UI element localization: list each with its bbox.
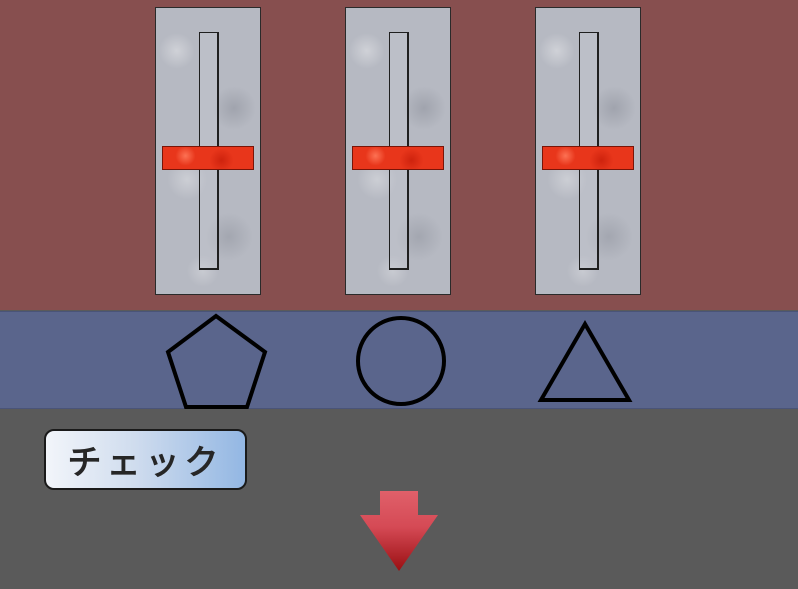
shape-panel: [0, 311, 798, 409]
slider-1[interactable]: [155, 7, 261, 295]
circle-icon: [356, 316, 446, 406]
check-button-label: チェック: [67, 443, 224, 483]
down-arrow-icon[interactable]: [358, 491, 440, 573]
slider-thumb[interactable]: [352, 146, 444, 170]
slider-panel: [0, 0, 798, 310]
triangle-icon: [537, 320, 633, 402]
slider-thumb[interactable]: [162, 146, 254, 170]
pentagon-icon: [165, 313, 268, 409]
slider-3[interactable]: [535, 7, 641, 295]
slider-thumb[interactable]: [542, 146, 634, 170]
check-button[interactable]: チェック: [44, 429, 247, 490]
slider-2[interactable]: [345, 7, 451, 295]
